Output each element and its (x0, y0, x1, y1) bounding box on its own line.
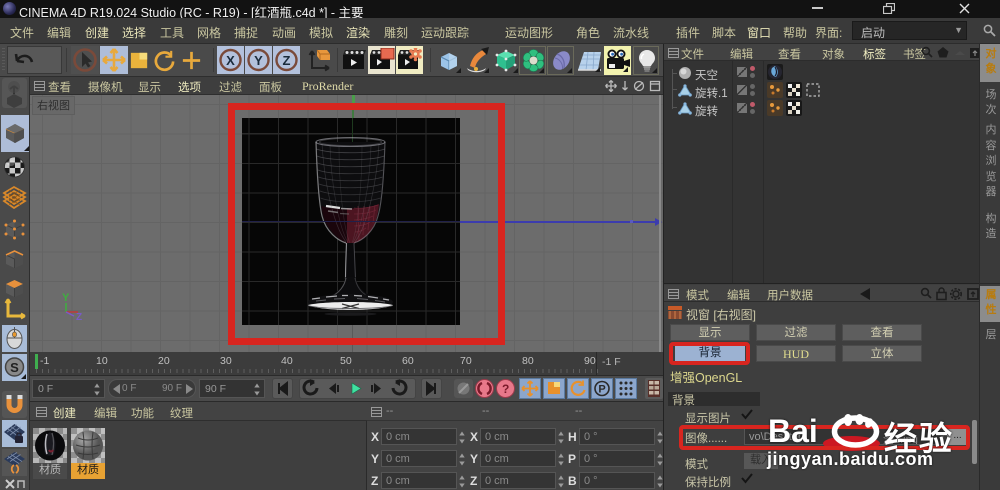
svg-text:Z: Z (283, 53, 291, 68)
svg-text:X: X (226, 53, 235, 68)
svg-text:Y: Y (62, 292, 70, 304)
svg-text:P: P (598, 384, 605, 396)
svg-text:Z: Z (76, 312, 82, 321)
svg-text:Y: Y (254, 53, 263, 68)
svg-text:S: S (10, 360, 19, 375)
